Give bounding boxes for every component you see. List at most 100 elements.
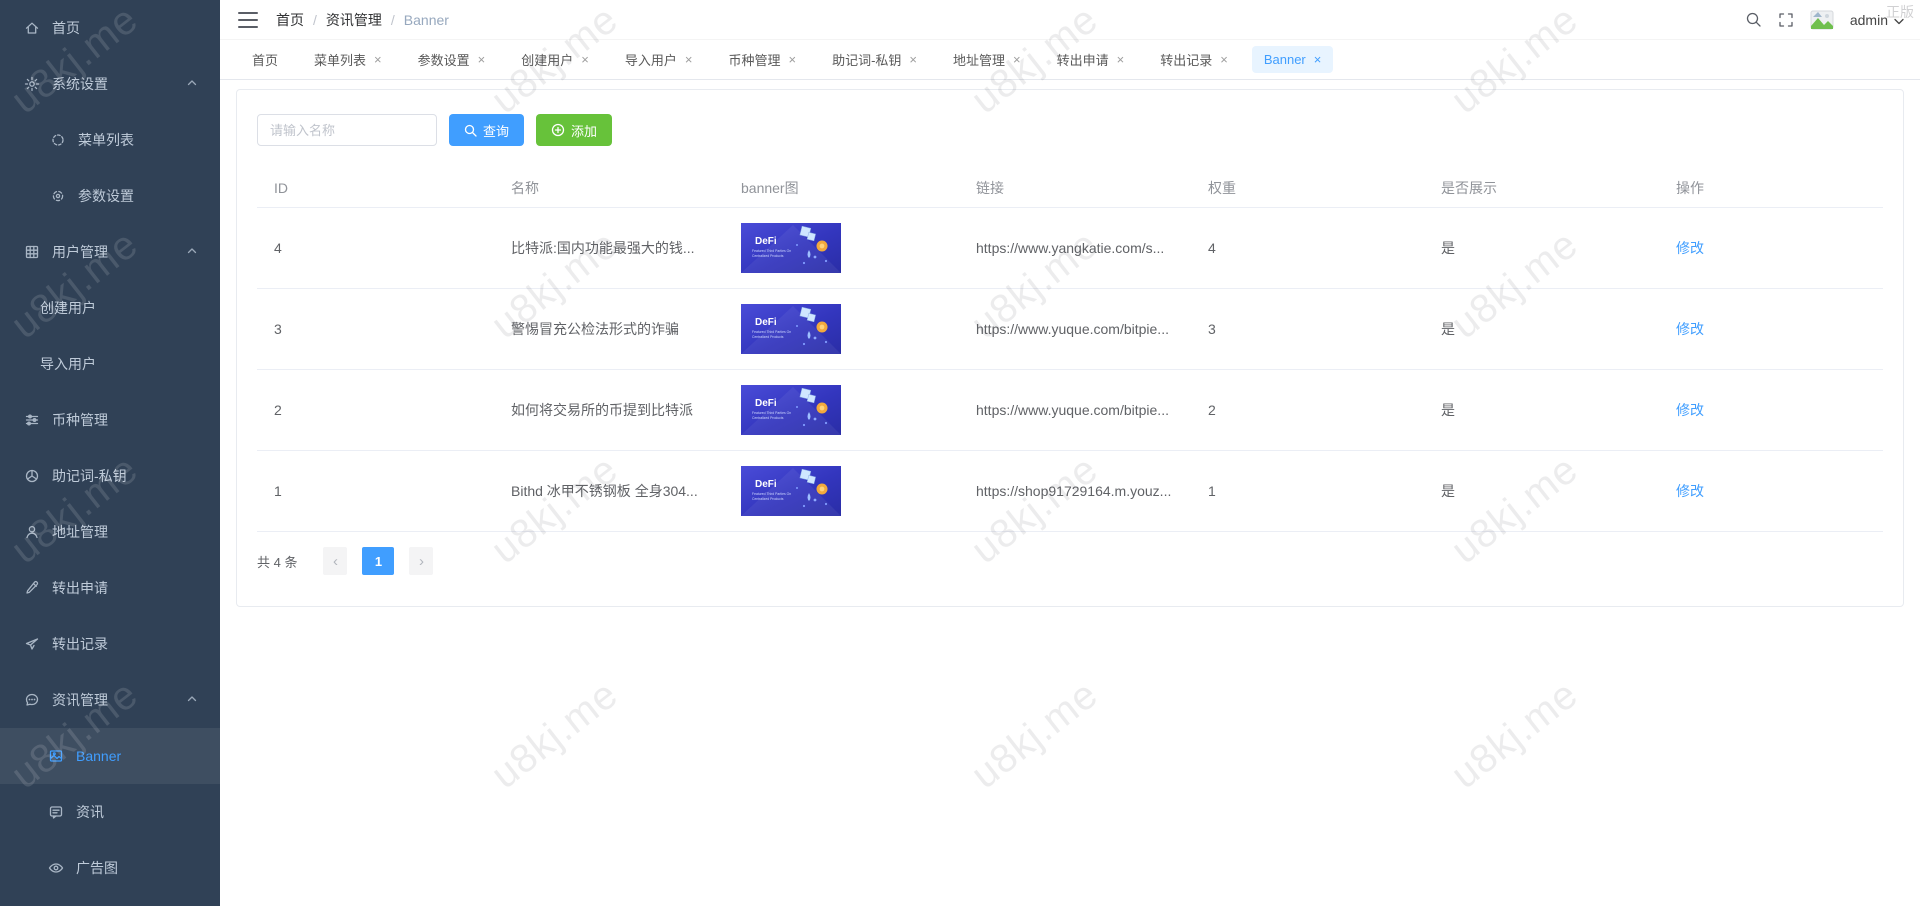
sidebar-item-label: 系统设置 [52,74,108,94]
tabs-bar: 首页 菜单列表× 参数设置× 创建用户× 导入用户× 币种管理× 助记词-私钥×… [220,40,1920,80]
pagination-page-1[interactable]: 1 [362,547,394,575]
sidebar-item-label: 资讯管理 [52,690,108,710]
sidebar-item-label: 参数设置 [78,186,134,206]
sidebar-item-label: 转出记录 [52,634,108,654]
sidebar-item-menu-list[interactable]: 菜单列表 [0,112,220,168]
cell-show: 是 [1424,481,1659,501]
cell-name: 比特派:国内功能最强大的钱... [494,238,724,258]
tab-menu-list[interactable]: 菜单列表× [302,44,394,75]
caret-down-icon [1894,12,1904,28]
close-icon[interactable]: × [1220,53,1228,66]
tab-coin-management[interactable]: 币种管理× [716,44,808,75]
banner-table: ID 名称 banner图 链接 权重 是否展示 操作 4 比特派:国内功能最强… [257,168,1883,532]
pagination-prev-button[interactable]: ‹ [323,547,347,575]
sidebar-item-params[interactable]: 参数设置 [0,168,220,224]
search-input[interactable] [257,114,437,146]
breadcrumb-separator: / [391,12,395,28]
search-icon[interactable] [1745,11,1762,28]
close-icon[interactable]: × [478,53,486,66]
cell-weight: 1 [1191,483,1424,499]
cell-id: 1 [257,483,494,499]
magnifier-icon [464,124,477,137]
avatar[interactable] [1810,8,1834,32]
sidebar-item-address-management[interactable]: 地址管理 [0,504,220,560]
col-link: 链接 [959,178,1191,198]
sidebar-item-system-settings[interactable]: 系统设置 [0,56,220,112]
user-name: admin [1850,12,1888,28]
edit-link[interactable]: 修改 [1676,321,1704,337]
tab-banner[interactable]: Banner× [1252,46,1334,73]
navbar-right: admin [1745,8,1904,32]
cell-show: 是 [1424,238,1659,258]
sidebar-item-coin-management[interactable]: 币种管理 [0,392,220,448]
cell-weight: 4 [1191,240,1424,256]
sidebar-item-import-user[interactable]: 导入用户 [0,336,220,392]
sidebar-item-home[interactable]: 首页 [0,0,220,56]
sidebar-toggle-icon[interactable] [238,12,258,28]
eye-icon [48,860,64,876]
close-icon[interactable]: × [788,53,796,66]
table-row: 1 Bithd 冰甲不锈钢板 全身304... https://shop9172… [257,451,1883,532]
tab-transfer-request[interactable]: 转出申请× [1045,44,1137,75]
banner-image [741,466,841,516]
breadcrumb-home[interactable]: 首页 [276,10,304,30]
tab-create-user[interactable]: 创建用户× [509,44,601,75]
close-icon[interactable]: × [909,53,917,66]
sidebar-item-ad-image[interactable]: 广告图 [0,840,220,896]
tab-home[interactable]: 首页 [240,44,290,75]
tab-params[interactable]: 参数设置× [406,44,498,75]
breadcrumb-news-management[interactable]: 资讯管理 [326,10,382,30]
banner-image [741,304,841,354]
chevron-up-icon [186,692,198,708]
cell-id: 3 [257,321,494,337]
close-icon[interactable]: × [1013,53,1021,66]
edit-link[interactable]: 修改 [1676,240,1704,256]
close-icon[interactable]: × [374,53,382,66]
users-icon [24,244,40,260]
add-button[interactable]: 添加 [536,114,612,146]
wheel-icon [24,468,40,484]
tab-address-management[interactable]: 地址管理× [941,44,1033,75]
cell-link: https://shop91729164.m.youz... [959,483,1191,499]
sidebar-item-transfer-request[interactable]: 转出申请 [0,560,220,616]
user-menu[interactable]: admin [1850,12,1904,28]
cell-show: 是 [1424,400,1659,420]
tab-transfer-record[interactable]: 转出记录× [1148,44,1240,75]
sidebar-item-news[interactable]: 资讯 [0,784,220,840]
breadcrumb-separator: / [313,12,317,28]
cell-weight: 2 [1191,402,1424,418]
sidebar-item-label: 首页 [52,18,80,38]
sidebar-item-mnemonic-key[interactable]: 助记词-私钥 [0,448,220,504]
col-weight: 权重 [1191,178,1424,198]
close-icon[interactable]: × [1117,53,1125,66]
comment-icon [48,804,64,820]
edit-link[interactable]: 修改 [1676,402,1704,418]
sidebar-item-news-management[interactable]: 资讯管理 [0,672,220,728]
sidebar-item-label: 创建用户 [40,298,96,318]
close-icon[interactable]: × [1314,53,1322,66]
sidebar-item-label: 币种管理 [52,410,108,430]
cell-name: Bithd 冰甲不锈钢板 全身304... [494,481,724,501]
cell-weight: 3 [1191,321,1424,337]
sidebar-item-transfer-record[interactable]: 转出记录 [0,616,220,672]
sidebar-item-label: 菜单列表 [78,130,134,150]
params-icon [50,188,66,204]
tab-import-user[interactable]: 导入用户× [613,44,705,75]
pagination-next-button[interactable]: › [409,547,433,575]
query-button[interactable]: 查询 [449,114,524,146]
sidebar-item-create-user[interactable]: 创建用户 [0,280,220,336]
gear-icon [24,76,40,92]
toolbar: 查询 添加 [257,114,1883,146]
sidebar-item-banner[interactable]: Banner [0,728,220,784]
edit-link[interactable]: 修改 [1676,483,1704,499]
sliders-icon [24,412,40,428]
sidebar-item-user-management[interactable]: 用户管理 [0,224,220,280]
close-icon[interactable]: × [581,53,589,66]
sidebar-item-label: 地址管理 [52,522,108,542]
sidebar-item-label: Banner [76,748,121,764]
fullscreen-icon[interactable] [1778,12,1794,28]
tab-mnemonic-key[interactable]: 助记词-私钥× [820,44,929,75]
table-row: 2 如何将交易所的币提到比特派 https://www.yuque.com/bi… [257,370,1883,451]
close-icon[interactable]: × [685,53,693,66]
content-card: 查询 添加 ID 名称 banner图 链接 权重 是否展示 操作 [236,89,1904,607]
